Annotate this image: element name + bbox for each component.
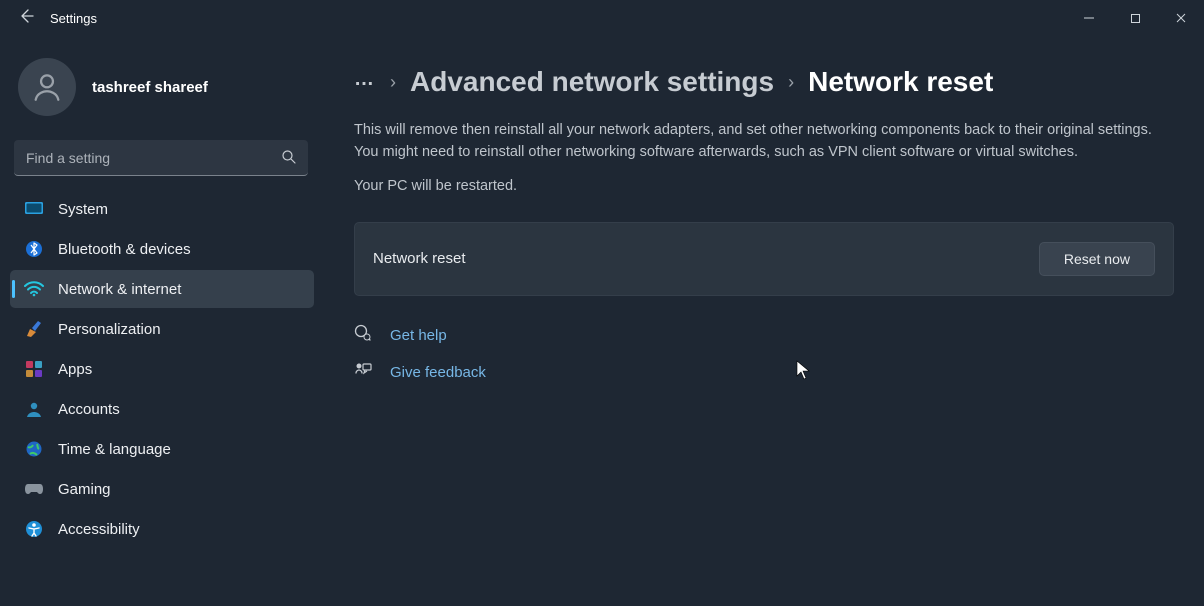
sidebar-item-gaming[interactable]: Gaming <box>10 470 314 508</box>
search-input[interactable] <box>14 140 308 176</box>
sidebar-item-accounts[interactable]: Accounts <box>10 390 314 428</box>
wifi-icon <box>24 279 44 299</box>
sidebar-item-label: Apps <box>58 361 92 378</box>
gamepad-icon <box>24 479 44 499</box>
sidebar-item-personalization[interactable]: Personalization <box>10 310 314 348</box>
get-help-label[interactable]: Get help <box>390 327 447 344</box>
minimize-button[interactable] <box>1066 0 1112 36</box>
sidebar-item-time[interactable]: Time & language <box>10 430 314 468</box>
paintbrush-icon <box>24 319 44 339</box>
globe-icon <box>24 439 44 459</box>
sidebar-item-label: System <box>58 201 108 218</box>
sidebar-item-label: Bluetooth & devices <box>58 241 191 258</box>
title-bar: Settings <box>0 0 1204 36</box>
chevron-right-icon: › <box>390 72 396 93</box>
breadcrumb-previous[interactable]: Advanced network settings <box>410 66 774 98</box>
sidebar-item-system[interactable]: System <box>10 190 314 228</box>
avatar <box>18 58 76 116</box>
close-button[interactable] <box>1158 0 1204 36</box>
feedback-icon <box>354 361 374 384</box>
user-name: tashreef shareef <box>92 79 208 96</box>
give-feedback-link[interactable]: Give feedback <box>354 361 1184 384</box>
main-content: … › Advanced network settings › Network … <box>320 36 1204 606</box>
get-help-link[interactable]: Get help <box>354 324 1184 347</box>
sidebar-item-apps[interactable]: Apps <box>10 350 314 388</box>
restart-note: Your PC will be restarted. <box>354 178 1184 194</box>
window-title: Settings <box>50 11 97 26</box>
help-icon <box>354 324 374 347</box>
back-button[interactable] <box>8 8 44 28</box>
sidebar-item-label: Personalization <box>58 321 161 338</box>
chevron-right-icon: › <box>788 72 794 93</box>
person-icon <box>30 70 64 104</box>
sidebar-item-label: Network & internet <box>58 281 181 298</box>
network-reset-card: Network reset Reset now <box>354 222 1174 296</box>
accessibility-icon <box>24 519 44 539</box>
sidebar-item-label: Gaming <box>58 481 111 498</box>
sidebar-item-label: Time & language <box>58 441 171 458</box>
breadcrumb-more[interactable]: … <box>354 68 376 97</box>
bluetooth-icon <box>24 239 44 259</box>
back-arrow-icon <box>18 8 34 24</box>
page-title: Network reset <box>808 66 993 98</box>
sidebar-item-accessibility[interactable]: Accessibility <box>10 510 314 548</box>
give-feedback-label[interactable]: Give feedback <box>390 364 486 381</box>
search-box[interactable] <box>14 140 308 176</box>
breadcrumb: … › Advanced network settings › Network … <box>354 66 1184 98</box>
search-icon <box>280 148 298 171</box>
nav-list: System Bluetooth & devices Network & int… <box>10 190 314 548</box>
sidebar: tashreef shareef System Bluetooth & devi… <box>0 36 320 606</box>
reset-now-button[interactable]: Reset now <box>1039 242 1155 276</box>
user-profile[interactable]: tashreef shareef <box>10 46 314 140</box>
description-text: This will remove then reinstall all your… <box>354 120 1174 164</box>
sidebar-item-label: Accounts <box>58 401 120 418</box>
apps-icon <box>24 359 44 379</box>
sidebar-item-network[interactable]: Network & internet <box>10 270 314 308</box>
sidebar-item-bluetooth[interactable]: Bluetooth & devices <box>10 230 314 268</box>
accounts-icon <box>24 399 44 419</box>
card-label: Network reset <box>373 250 466 267</box>
maximize-button[interactable] <box>1112 0 1158 36</box>
display-icon <box>24 199 44 219</box>
window-controls <box>1066 0 1204 36</box>
sidebar-item-label: Accessibility <box>58 521 140 538</box>
